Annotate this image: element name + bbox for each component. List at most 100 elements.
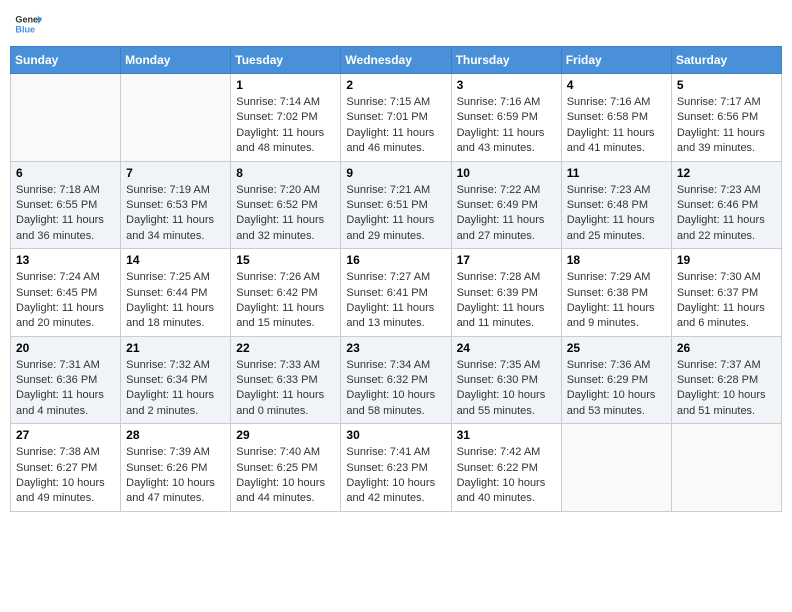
calendar-day-cell: 3 Sunrise: 7:16 AMSunset: 6:59 PMDaylight… [451, 74, 561, 162]
day-info: Sunrise: 7:25 AMSunset: 6:44 PMDaylight:… [126, 270, 225, 332]
day-header-friday: Friday [561, 47, 671, 74]
svg-text:Blue: Blue [15, 24, 35, 34]
calendar-day-cell [121, 74, 231, 162]
day-number: 7 [126, 166, 225, 180]
calendar-day-cell: 4Sunrise: 7:16 AMSunset: 6:58 PMDaylight… [561, 74, 671, 162]
day-header-monday: Monday [121, 47, 231, 74]
day-header-thursday: Thursday [451, 47, 561, 74]
day-number: 24 [457, 341, 556, 355]
day-info: Sunrise: 7:20 AMSunset: 6:52 PMDaylight:… [236, 183, 335, 245]
day-number: 23 [346, 341, 445, 355]
calendar-day-cell: 30Sunrise: 7:41 AMSunset: 6:23 PMDayligh… [341, 424, 451, 512]
day-info: Sunrise: 7:15 AMSunset: 7:01 PMDaylight:… [346, 95, 445, 157]
day-number: 9 [346, 166, 445, 180]
day-number: 3 [457, 78, 556, 92]
day-number: 20 [16, 341, 115, 355]
day-info: Sunrise: 7:38 AMSunset: 6:27 PMDaylight:… [16, 445, 115, 507]
calendar-day-cell: 12Sunrise: 7:23 AMSunset: 6:46 PMDayligh… [671, 161, 781, 249]
day-number: 4 [567, 78, 666, 92]
day-number: 17 [457, 253, 556, 267]
calendar-day-cell: 2 Sunrise: 7:15 AMSunset: 7:01 PMDaylight… [341, 74, 451, 162]
calendar-day-cell: 17Sunrise: 7:28 AMSunset: 6:39 PMDayligh… [451, 249, 561, 337]
day-number: 22 [236, 341, 335, 355]
day-info: Sunrise: 7:21 AMSunset: 6:51 PMDaylight:… [346, 183, 445, 245]
day-number: 25 [567, 341, 666, 355]
day-info: Sunrise: 7:26 AMSunset: 6:42 PMDaylight:… [236, 270, 335, 332]
calendar-header-row: SundayMondayTuesdayWednesdayThursdayFrid… [11, 47, 782, 74]
day-info: Sunrise: 7:36 AMSunset: 6:29 PMDaylight:… [567, 358, 666, 420]
calendar-day-cell: 18 Sunrise: 7:29 AMSunset: 6:38 PMDayligh… [561, 249, 671, 337]
calendar-day-cell: 24Sunrise: 7:35 AMSunset: 6:30 PMDayligh… [451, 336, 561, 424]
day-info: Sunrise: 7:32 AMSunset: 6:34 PMDaylight:… [126, 358, 225, 420]
day-info: Sunrise: 7:30 AMSunset: 6:37 PMDaylight:… [677, 270, 776, 332]
day-number: 2 [346, 78, 445, 92]
calendar-day-cell: 19 Sunrise: 7:30 AMSunset: 6:37 PMDayligh… [671, 249, 781, 337]
calendar-week-row: 6Sunrise: 7:18 AMSunset: 6:55 PMDaylight… [11, 161, 782, 249]
calendar-day-cell: 5 Sunrise: 7:17 AMSunset: 6:56 PMDaylight… [671, 74, 781, 162]
day-info: Sunrise: 7:27 AMSunset: 6:41 PMDaylight:… [346, 270, 445, 332]
calendar-day-cell: 13 Sunrise: 7:24 AMSunset: 6:45 PMDayligh… [11, 249, 121, 337]
day-header-wednesday: Wednesday [341, 47, 451, 74]
day-number: 10 [457, 166, 556, 180]
calendar-week-row: 1 Sunrise: 7:14 AMSunset: 7:02 PMDaylight… [11, 74, 782, 162]
calendar-day-cell: 27 Sunrise: 7:38 AMSunset: 6:27 PMDayligh… [11, 424, 121, 512]
calendar-day-cell: 8 Sunrise: 7:20 AMSunset: 6:52 PMDaylight… [231, 161, 341, 249]
day-info: Sunrise: 7:37 AMSunset: 6:28 PMDaylight:… [677, 358, 776, 420]
calendar-day-cell: 11 Sunrise: 7:23 AMSunset: 6:48 PMDayligh… [561, 161, 671, 249]
calendar-day-cell: 10 Sunrise: 7:22 AMSunset: 6:49 PMDayligh… [451, 161, 561, 249]
calendar-day-cell: 6Sunrise: 7:18 AMSunset: 6:55 PMDaylight… [11, 161, 121, 249]
day-number: 8 [236, 166, 335, 180]
day-number: 30 [346, 428, 445, 442]
calendar-day-cell: 29Sunrise: 7:40 AMSunset: 6:25 PMDayligh… [231, 424, 341, 512]
day-info: Sunrise: 7:17 AMSunset: 6:56 PMDaylight:… [677, 95, 776, 157]
calendar-week-row: 27 Sunrise: 7:38 AMSunset: 6:27 PMDayligh… [11, 424, 782, 512]
day-number: 21 [126, 341, 225, 355]
day-info: Sunrise: 7:39 AMSunset: 6:26 PMDaylight:… [126, 445, 225, 507]
day-info: Sunrise: 7:14 AMSunset: 7:02 PMDaylight:… [236, 95, 335, 157]
day-info: Sunrise: 7:22 AMSunset: 6:49 PMDaylight:… [457, 183, 556, 245]
day-number: 1 [236, 78, 335, 92]
calendar-day-cell: 16 Sunrise: 7:27 AMSunset: 6:41 PMDayligh… [341, 249, 451, 337]
calendar-day-cell [11, 74, 121, 162]
logo-icon: General Blue [14, 10, 42, 38]
day-header-saturday: Saturday [671, 47, 781, 74]
day-number: 19 [677, 253, 776, 267]
calendar-day-cell: 23Sunrise: 7:34 AMSunset: 6:32 PMDayligh… [341, 336, 451, 424]
day-info: Sunrise: 7:24 AMSunset: 6:45 PMDaylight:… [16, 270, 115, 332]
calendar-day-cell: 28Sunrise: 7:39 AMSunset: 6:26 PMDayligh… [121, 424, 231, 512]
day-number: 13 [16, 253, 115, 267]
day-info: Sunrise: 7:23 AMSunset: 6:46 PMDaylight:… [677, 183, 776, 245]
calendar-day-cell: 15 Sunrise: 7:26 AMSunset: 6:42 PMDayligh… [231, 249, 341, 337]
calendar-day-cell: 20 Sunrise: 7:31 AMSunset: 6:36 PMDayligh… [11, 336, 121, 424]
day-number: 26 [677, 341, 776, 355]
calendar-day-cell [561, 424, 671, 512]
day-info: Sunrise: 7:33 AMSunset: 6:33 PMDaylight:… [236, 358, 335, 420]
day-number: 15 [236, 253, 335, 267]
day-info: Sunrise: 7:19 AMSunset: 6:53 PMDaylight:… [126, 183, 225, 245]
day-number: 16 [346, 253, 445, 267]
day-number: 11 [567, 166, 666, 180]
calendar-week-row: 13 Sunrise: 7:24 AMSunset: 6:45 PMDayligh… [11, 249, 782, 337]
day-number: 18 [567, 253, 666, 267]
day-number: 5 [677, 78, 776, 92]
day-info: Sunrise: 7:42 AMSunset: 6:22 PMDaylight:… [457, 445, 556, 507]
day-header-sunday: Sunday [11, 47, 121, 74]
calendar-day-cell: 7 Sunrise: 7:19 AMSunset: 6:53 PMDaylight… [121, 161, 231, 249]
day-info: Sunrise: 7:16 AMSunset: 6:59 PMDaylight:… [457, 95, 556, 157]
calendar-day-cell: 14 Sunrise: 7:25 AMSunset: 6:44 PMDayligh… [121, 249, 231, 337]
calendar-table: SundayMondayTuesdayWednesdayThursdayFrid… [10, 46, 782, 512]
logo: General Blue [14, 10, 42, 38]
day-info: Sunrise: 7:23 AMSunset: 6:48 PMDaylight:… [567, 183, 666, 245]
calendar-day-cell: 31 Sunrise: 7:42 AMSunset: 6:22 PMDayligh… [451, 424, 561, 512]
day-number: 14 [126, 253, 225, 267]
day-number: 31 [457, 428, 556, 442]
calendar-week-row: 20 Sunrise: 7:31 AMSunset: 6:36 PMDayligh… [11, 336, 782, 424]
page-header: General Blue [10, 10, 782, 38]
day-info: Sunrise: 7:18 AMSunset: 6:55 PMDaylight:… [16, 183, 115, 245]
day-info: Sunrise: 7:31 AMSunset: 6:36 PMDaylight:… [16, 358, 115, 420]
day-number: 27 [16, 428, 115, 442]
day-info: Sunrise: 7:29 AMSunset: 6:38 PMDaylight:… [567, 270, 666, 332]
calendar-day-cell [671, 424, 781, 512]
calendar-day-cell: 21 Sunrise: 7:32 AMSunset: 6:34 PMDayligh… [121, 336, 231, 424]
calendar-day-cell: 1 Sunrise: 7:14 AMSunset: 7:02 PMDaylight… [231, 74, 341, 162]
